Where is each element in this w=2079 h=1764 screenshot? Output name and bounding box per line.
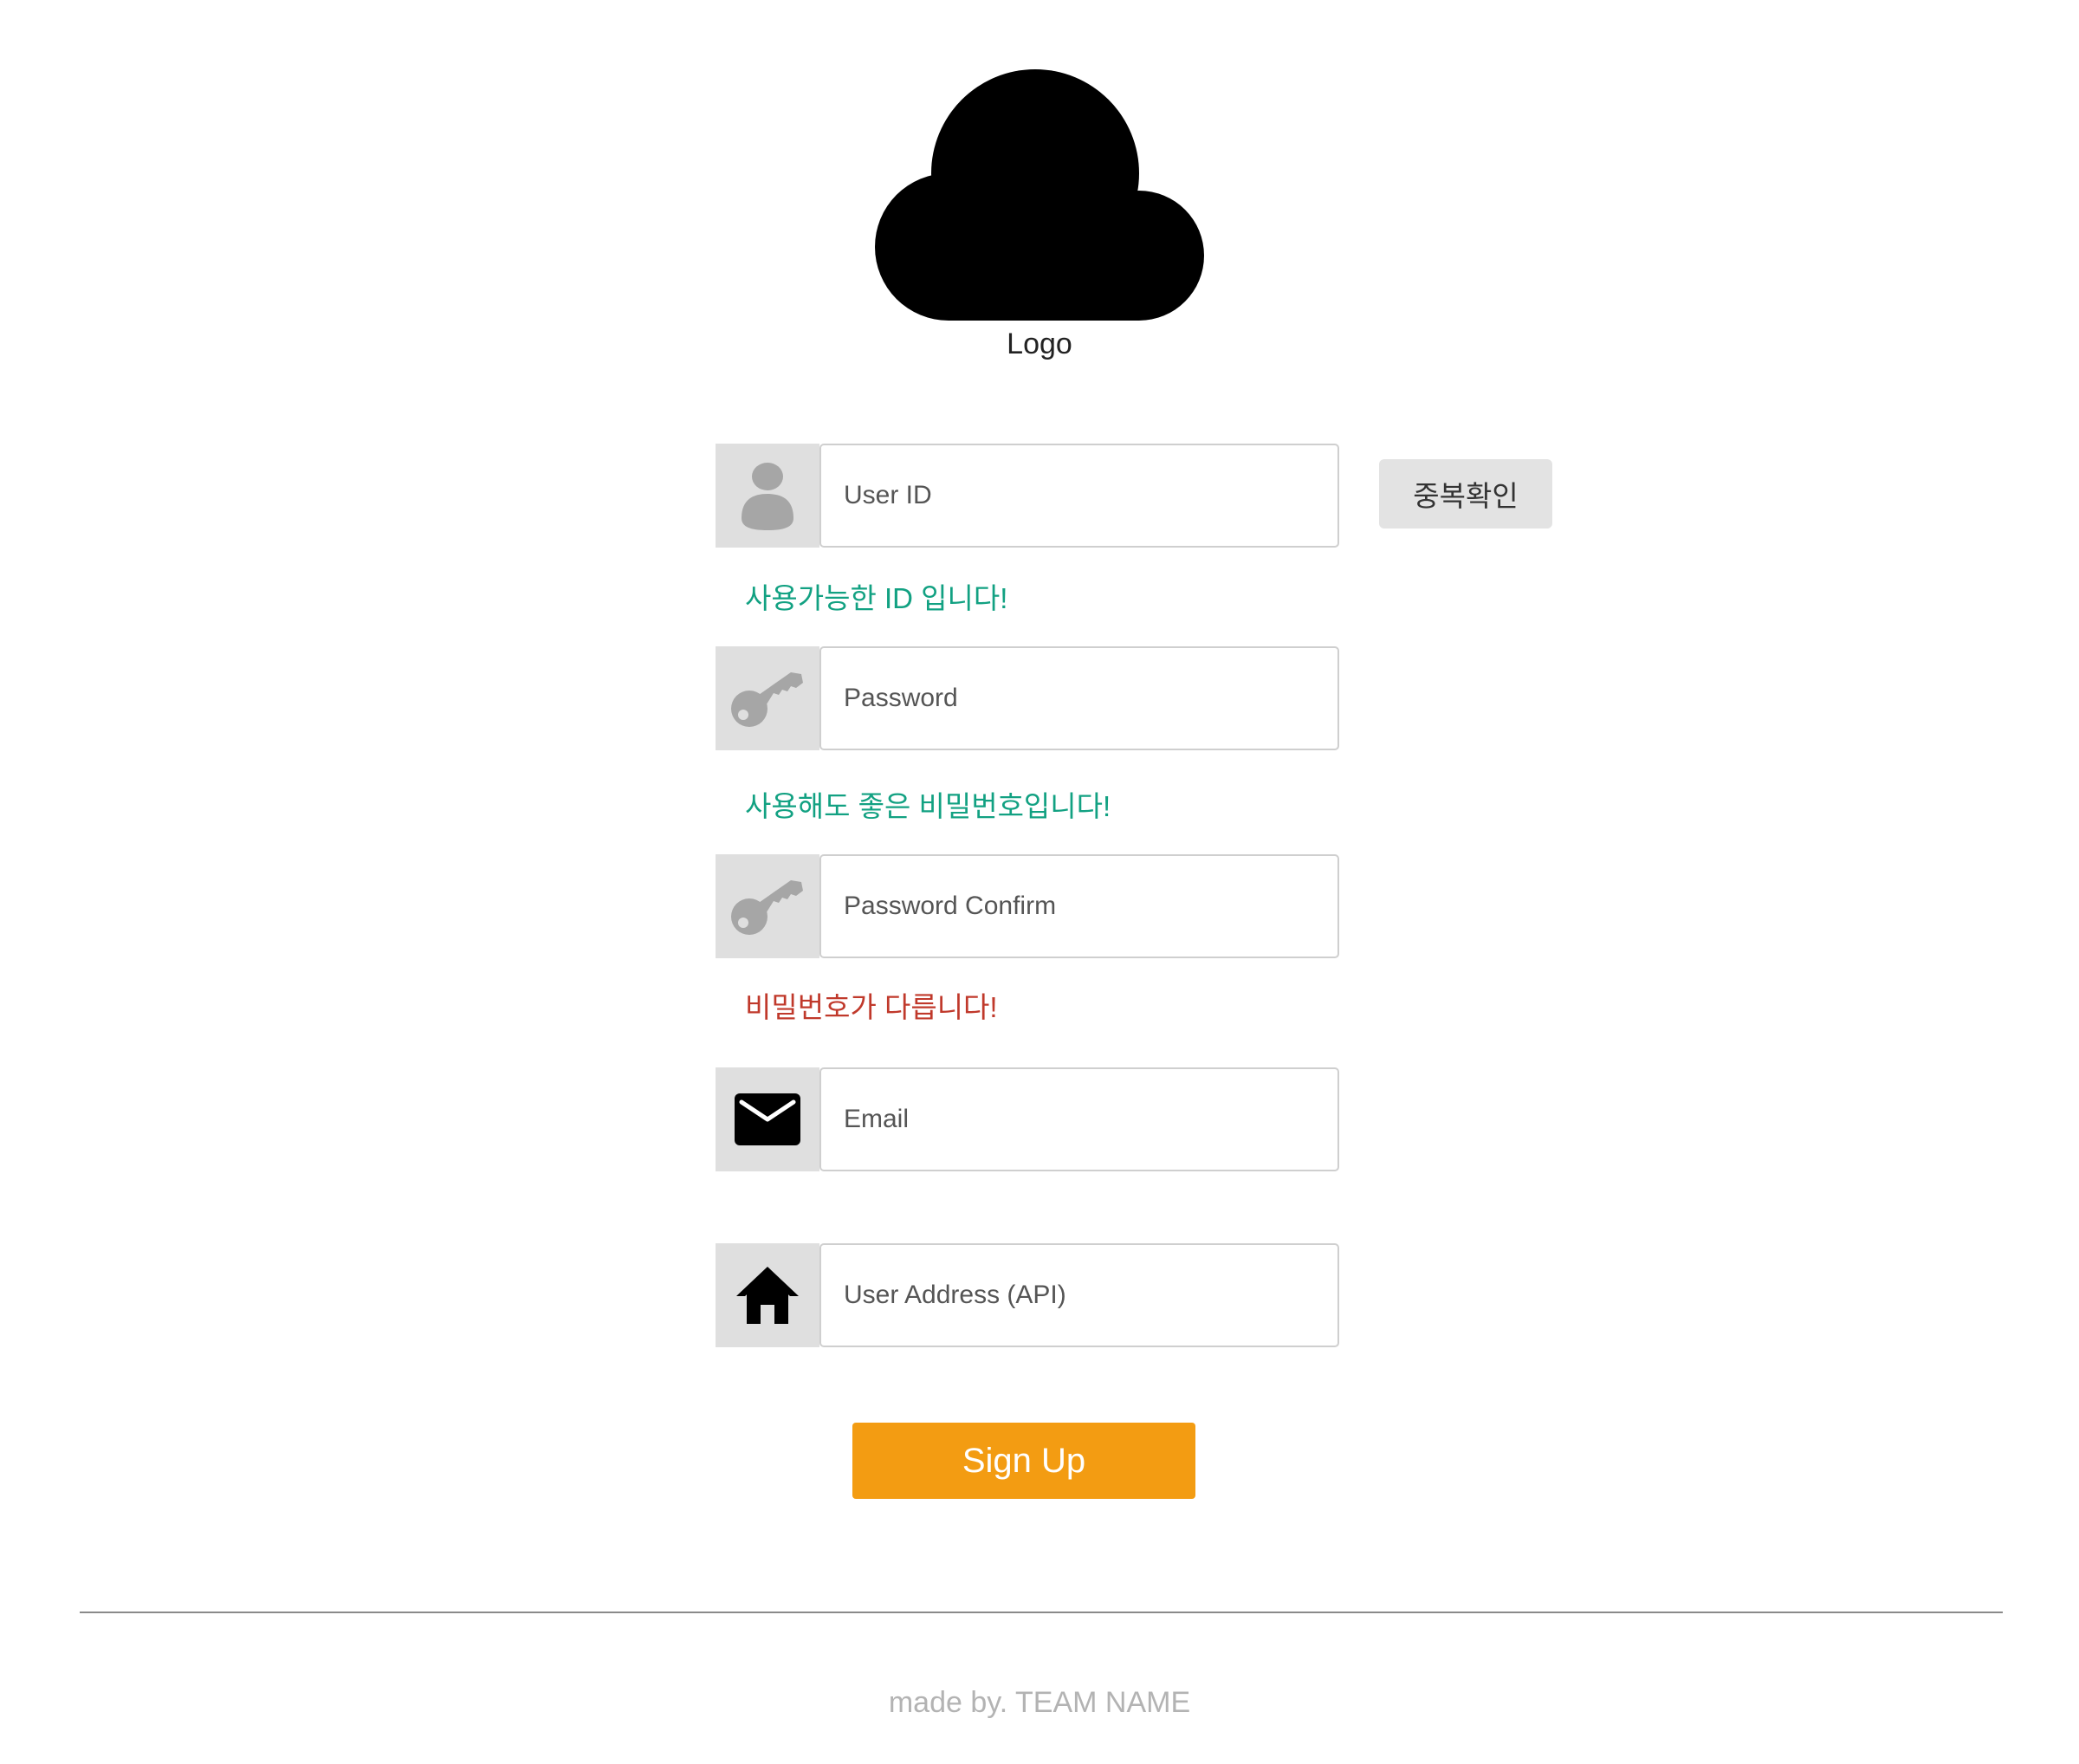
password-row: Password — [716, 646, 1339, 750]
duplicate-check-button[interactable]: 중복확인 — [1379, 459, 1552, 529]
envelope-icon — [735, 1093, 800, 1145]
footer-text: made by. TEAM NAME — [888, 1686, 1191, 1719]
user-id-input[interactable]: User ID — [819, 444, 1339, 548]
user-icon-box — [716, 444, 819, 548]
address-icon-box — [716, 1243, 819, 1347]
address-input[interactable]: User Address (API) — [819, 1243, 1339, 1347]
password-message: 사용해도 좋은 비밀번호입니다! — [745, 790, 1111, 822]
user-id-message: 사용가능한 ID 입니다! — [745, 582, 1008, 614]
password-confirm-icon-box — [716, 854, 819, 958]
password-icon-box — [716, 646, 819, 750]
home-icon — [736, 1267, 799, 1324]
user-id-row: User ID — [716, 444, 1339, 548]
email-row: Email — [716, 1067, 1339, 1171]
password-confirm-input[interactable]: Password Confirm — [819, 854, 1339, 958]
footer-divider — [80, 1612, 2003, 1613]
password-confirm-message: 비밀번호가 다릅니다! — [745, 991, 998, 1023]
user-icon — [742, 463, 793, 530]
sign-up-button[interactable]: Sign Up — [852, 1423, 1195, 1499]
logo — [871, 65, 1208, 325]
cloud-icon — [875, 69, 1204, 321]
email-icon-box — [716, 1067, 819, 1171]
logo-caption: Logo — [1007, 328, 1072, 360]
password-confirm-row: Password Confirm — [716, 854, 1339, 958]
key-icon — [731, 880, 803, 935]
email-input[interactable]: Email — [819, 1067, 1339, 1171]
address-row: User Address (API) — [716, 1243, 1339, 1347]
key-icon — [731, 672, 803, 727]
password-input[interactable]: Password — [819, 646, 1339, 750]
